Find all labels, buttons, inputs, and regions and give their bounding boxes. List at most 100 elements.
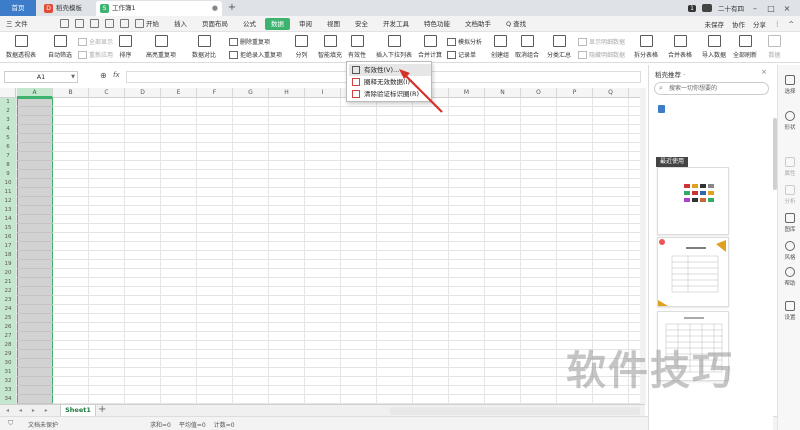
template-thumbnail[interactable] <box>657 167 729 235</box>
help-tool[interactable]: 帮助 <box>780 267 800 287</box>
row-header[interactable]: 22 <box>0 287 16 296</box>
menu-security[interactable]: 安全 <box>349 16 374 32</box>
import-data-button[interactable]: 导入数据 <box>702 35 726 59</box>
close-icon[interactable]: × <box>761 68 767 76</box>
name-box[interactable]: A1 ▼ <box>4 71 78 83</box>
menu-insert[interactable]: 插入 <box>168 16 193 32</box>
analysis-tool[interactable]: 分析 <box>780 185 800 205</box>
row-header[interactable]: 13 <box>0 206 16 215</box>
record-form-button[interactable]: 记录单 <box>447 50 476 59</box>
menu-data[interactable]: 数据 <box>265 18 290 30</box>
smart-fill-button[interactable]: 智能填充 <box>318 35 342 59</box>
row-header[interactable]: 15 <box>0 224 16 233</box>
column-header[interactable]: D <box>125 88 161 98</box>
shape-tool[interactable]: 形状 <box>780 111 800 131</box>
style-tool[interactable]: 风格 <box>780 241 800 261</box>
undo-icon[interactable] <box>120 19 129 28</box>
row-header[interactable]: 3 <box>0 116 16 125</box>
properties-tool[interactable]: 属性 <box>780 157 800 177</box>
what-if-analysis-button[interactable]: 模拟分析 <box>447 37 482 46</box>
column-header[interactable]: B <box>53 88 89 98</box>
column-header[interactable]: E <box>161 88 197 98</box>
menu-features[interactable]: 特色功能 <box>418 16 456 32</box>
horizontal-scrollbar[interactable] <box>390 407 640 415</box>
menu-page-layout[interactable]: 页面布局 <box>196 16 234 32</box>
gallery-tool[interactable]: 图库 <box>780 213 800 233</box>
select-tool[interactable]: 选择 <box>780 75 800 95</box>
row-header[interactable]: 27 <box>0 332 16 341</box>
insert-dropdown-button[interactable]: 插入下拉列表 <box>376 35 412 59</box>
row-header[interactable]: 23 <box>0 296 16 305</box>
row-header[interactable]: 20 <box>0 269 16 278</box>
row-header[interactable]: 8 <box>0 161 16 170</box>
column-header[interactable]: H <box>269 88 305 98</box>
avatar[interactable] <box>702 4 712 12</box>
row-header[interactable]: 33 <box>0 386 16 395</box>
column-header[interactable]: I <box>305 88 341 98</box>
validity-menu-item[interactable]: 有效性(V)... <box>349 64 431 76</box>
row-header[interactable]: 11 <box>0 188 16 197</box>
row-header[interactable]: 14 <box>0 215 16 224</box>
reject-duplicates-button[interactable]: 拒绝录入重复项 <box>229 50 282 59</box>
row-header[interactable]: 31 <box>0 368 16 377</box>
column-header[interactable]: M <box>449 88 485 98</box>
tab-workbook[interactable]: S 工作簿1 ● <box>96 1 222 16</box>
close-tab-icon[interactable]: ● <box>212 1 218 16</box>
print-icon[interactable] <box>90 19 99 28</box>
row-header[interactable]: 16 <box>0 233 16 242</box>
circle-invalid-data-menu-item[interactable]: 圈释无效数据(I) <box>349 76 431 88</box>
consolidate-button[interactable]: 合并计算 <box>418 35 442 59</box>
template-search-input[interactable]: ⌕ 搜索一切你想要的 <box>654 82 769 95</box>
collapse-ribbon-icon[interactable]: ^ <box>789 20 794 28</box>
split-table-button[interactable]: 拆分表格 <box>634 35 658 59</box>
row-header[interactable]: 21 <box>0 278 16 287</box>
minimize-icon[interactable]: – <box>750 4 760 13</box>
notification-badge[interactable]: 1 <box>688 4 696 12</box>
collaborate-button[interactable]: 协作 <box>732 19 745 29</box>
sheet-nav-arrows-icon[interactable]: ◂ ◂ ▸ ▸ <box>6 407 52 414</box>
row-header[interactable]: 29 <box>0 350 16 359</box>
column-header[interactable]: G <box>233 88 269 98</box>
document-protection-status[interactable]: 文档未保护 <box>28 420 58 429</box>
close-icon[interactable]: × <box>782 4 792 13</box>
column-header[interactable]: A <box>17 88 53 98</box>
autofilter-button[interactable]: 自动筛选 <box>48 35 72 59</box>
row-header[interactable]: 18 <box>0 251 16 260</box>
settings-tool[interactable]: 设置 <box>780 301 800 321</box>
sort-button[interactable]: 排序 <box>119 35 132 59</box>
row-header[interactable]: 12 <box>0 197 16 206</box>
maximize-icon[interactable]: □ <box>766 4 776 13</box>
new-tab-button[interactable]: + <box>225 0 239 16</box>
row-header[interactable]: 7 <box>0 152 16 161</box>
hide-detail-button[interactable]: 隐藏明细数据 <box>578 50 625 59</box>
ungroup-button[interactable]: 取消组合 <box>515 35 539 59</box>
home-tab[interactable]: 首页 <box>0 0 36 16</box>
subtotal-button[interactable]: 分类汇总 <box>547 35 571 59</box>
row-header[interactable]: 24 <box>0 305 16 314</box>
column-header[interactable]: N <box>485 88 521 98</box>
column-header[interactable]: O <box>521 88 557 98</box>
split-column-button[interactable]: 分列 <box>295 35 308 59</box>
row-header[interactable]: 26 <box>0 323 16 332</box>
unsaved-status[interactable]: 未保存 <box>705 19 725 29</box>
user-name[interactable]: 二十有四 <box>718 3 744 13</box>
row-header[interactable]: 10 <box>0 179 16 188</box>
cell-grid[interactable] <box>16 98 640 404</box>
row-header[interactable]: 19 <box>0 260 16 269</box>
row-header[interactable]: 5 <box>0 134 16 143</box>
menu-developer[interactable]: 开发工具 <box>377 16 415 32</box>
column-header[interactable]: P <box>557 88 593 98</box>
row-header[interactable]: 1 <box>0 98 16 107</box>
remove-duplicates-button[interactable]: 删除重复项 <box>229 37 270 46</box>
more-icon[interactable]: ⋮ <box>774 20 781 28</box>
column-header[interactable]: F <box>197 88 233 98</box>
menu-doc-assistant[interactable]: 文档助手 <box>459 16 497 32</box>
merge-table-button[interactable]: 合并表格 <box>668 35 692 59</box>
row-header[interactable]: 34 <box>0 395 16 404</box>
row-header[interactable]: 17 <box>0 242 16 251</box>
add-sheet-button[interactable]: + <box>98 404 106 415</box>
row-header[interactable]: 28 <box>0 341 16 350</box>
export-icon[interactable] <box>75 19 84 28</box>
row-header[interactable]: 4 <box>0 125 16 134</box>
reapply-button[interactable]: 重新应用 <box>78 50 113 59</box>
